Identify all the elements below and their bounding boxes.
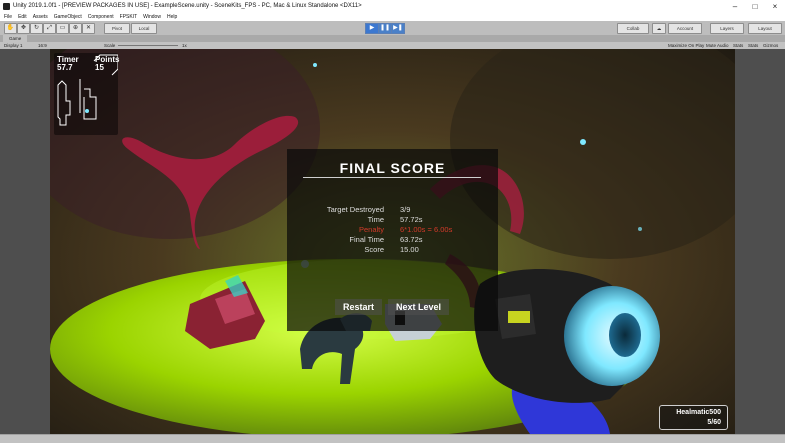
hud-minimap: Timer 57.7 Points 15 [54,53,119,135]
time-label: Time [367,215,384,224]
display-dropdown[interactable]: Display 1 [4,43,23,48]
layers-dropdown[interactable]: Layers [710,23,744,34]
spark-particle [313,63,317,67]
target-destroyed-value: 3/9 [400,205,411,214]
aspect-dropdown[interactable]: 16:9 [38,43,47,48]
final-time-value: 63.72s [400,235,423,244]
menu-fpskit[interactable]: FPSKIT [120,14,138,20]
pivot-toggle[interactable]: Pivot [104,23,130,34]
gun-eye-pupil [609,313,641,357]
pause-button[interactable]: ❚❚ [378,23,392,34]
account-dropdown[interactable]: Account [668,23,702,34]
restart-button[interactable]: Restart [335,299,383,315]
penalty-value: 6*1.00s = 6.00s [400,225,453,234]
final-score-panel: FINAL SCORE Target Destroyed 3/9 Time 57… [287,149,498,331]
gun-accent-light [508,311,530,323]
minimap-player-marker [85,109,89,113]
step-button[interactable]: ▶❚ [391,23,405,34]
scale-slider[interactable] [118,45,178,46]
spark-particle-4 [638,227,642,231]
scale-value: 1x [182,43,187,48]
game-tab-label: Game [9,36,22,41]
play-button[interactable]: ▶ [365,23,379,34]
ammo-hud: Healmatic500 5/60 [659,405,728,430]
time-value: 57.72s [400,215,423,224]
menu-help[interactable]: Help [167,14,177,20]
next-level-button[interactable]: Next Level [388,299,450,315]
window-title: Unity 2019.1.0f1 - [PREVIEW PACKAGES IN … [13,3,362,9]
unity-logo-icon [3,3,10,10]
score-label: Score [364,245,384,254]
custom-tool-icon[interactable]: ✕ [82,23,95,34]
rect-tool-icon[interactable]: ▭ [56,23,69,34]
editor-toolbar: ✋ ✥ ↻ ⤢ ▭ ⊕ ✕ Pivot Local ▶ ❚❚ ▶❚ Collab… [0,21,785,36]
menu-component[interactable]: Component [88,14,114,20]
final-score-divider [303,177,481,178]
editor-tab-strip: Game [0,35,785,42]
layout-dropdown[interactable]: Layout [748,23,782,34]
close-button[interactable]: × [765,1,785,12]
stats-toggle[interactable]: Stats [733,43,743,48]
collab-button[interactable]: Collab [617,23,649,34]
weapon-name: Healmatic500 [676,409,721,416]
menu-edit[interactable]: Edit [18,14,27,20]
viewport-margin-left [0,49,50,434]
cloud-icon[interactable]: ☁ [652,23,666,34]
local-toggle[interactable]: Local [131,23,157,34]
score-button-row: Restart Next Level [335,299,457,315]
final-score-title: FINAL SCORE [339,160,446,176]
target-destroyed-label: Target Destroyed [326,205,384,214]
gizmos-dropdown[interactable]: Gizmos [763,43,778,48]
menu-assets[interactable]: Assets [33,14,48,20]
rotate-tool-icon[interactable]: ↻ [30,23,43,34]
move-tool-icon[interactable]: ✥ [17,23,30,34]
menu-file[interactable]: File [4,14,12,20]
final-time-label: Final Time [349,235,384,244]
menu-bar: File Edit Assets GameObject Component FP… [0,13,785,21]
mute-audio-toggle[interactable]: Mute Audio [706,43,729,48]
game-tab[interactable]: Game [3,35,28,42]
minimap-room-a [57,80,71,126]
stats-toggle-2[interactable]: Stats [748,43,758,48]
minimap-frame [93,54,118,76]
minimap-room-b [79,79,97,120]
scale-tool-icon[interactable]: ⤢ [43,23,56,34]
maximize-button[interactable]: □ [745,1,765,12]
score-value: 15.00 [400,245,419,254]
menu-gameobject[interactable]: GameObject [54,14,82,20]
ammo-count: 5/60 [707,419,721,426]
penalty-label: Penalty [358,225,384,234]
transform-tool-icon[interactable]: ⊕ [69,23,82,34]
spark-particle-2 [580,139,586,145]
menu-window[interactable]: Window [143,14,161,20]
minimap-map [57,54,118,126]
minimize-button[interactable]: – [725,1,745,12]
window-titlebar: Unity 2019.1.0f1 - [PREVIEW PACKAGES IN … [0,0,785,13]
hand-tool-icon[interactable]: ✋ [4,23,17,34]
game-viewport[interactable]: Timer 57.7 Points 15 FINAL SCORE Target … [50,49,735,434]
scale-label: Scale [104,43,116,48]
maximize-on-play-toggle[interactable]: Maximize On Play [668,43,704,48]
viewport-margin-right [735,49,785,434]
